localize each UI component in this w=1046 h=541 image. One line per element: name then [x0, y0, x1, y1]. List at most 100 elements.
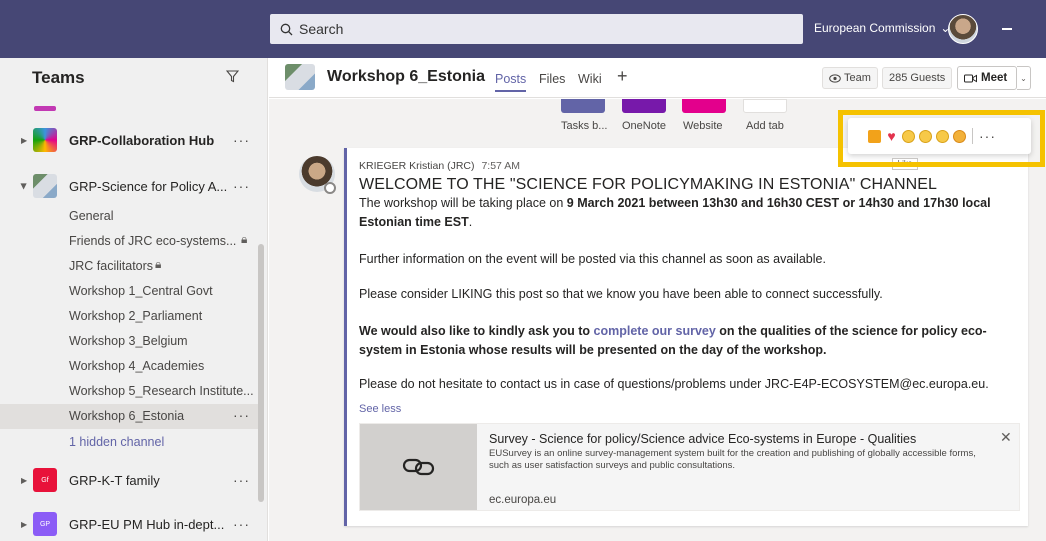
see-less-link[interactable]: See less	[359, 403, 401, 415]
tab-tile-onenote[interactable]	[622, 99, 666, 113]
team-icon	[33, 128, 57, 152]
channel-workshop-3[interactable]: Workshop 3_Belgium	[0, 329, 258, 354]
team-eu-pm-hub[interactable]: ▶ GP GRP-EU PM Hub in-dept... ···	[0, 508, 260, 540]
team-icon	[285, 64, 315, 90]
post-paragraph-4: We would also like to kindly ask you to …	[359, 322, 1019, 360]
channel-friends-of-jrc[interactable]: Friends of JRC eco-systems... 🔒︎	[0, 229, 258, 254]
channel-name: JRC facilitators	[69, 259, 154, 273]
meet-dropdown-icon[interactable]: ⌄	[1017, 66, 1031, 90]
channel-name: Friends of JRC eco-systems...	[69, 234, 237, 248]
sidebar-title: Teams	[32, 68, 85, 87]
org-name: European Commission	[814, 21, 936, 35]
team-button[interactable]: Team	[822, 67, 878, 89]
post-paragraph-3: Please consider LIKING this post so that…	[359, 287, 883, 301]
search-input[interactable]: Search	[270, 14, 803, 44]
team-name: GRP-Science for Policy A...	[69, 178, 228, 194]
channel-jrc-facilitators[interactable]: JRC facilitators 🔒︎	[0, 254, 258, 279]
caret-right-icon[interactable]: ▶	[21, 520, 27, 529]
search-icon	[280, 23, 293, 35]
meet-button-label: Meet	[981, 72, 1008, 84]
sidebar-header: Teams	[0, 58, 268, 98]
card-thumbnail	[360, 424, 477, 510]
tab-tile-label: Website	[683, 120, 723, 132]
channel-name: Workshop 4_Academies	[69, 359, 205, 373]
more-options-icon[interactable]: ···	[233, 178, 250, 194]
more-options-icon[interactable]: ···	[233, 132, 250, 148]
post-headline: WELCOME TO THE "SCIENCE FOR POLICYMAKING…	[359, 176, 938, 193]
post-paragraph-2: Further information on the event will be…	[359, 252, 826, 266]
presence-status-icon	[324, 182, 336, 194]
tab-wiki[interactable]: Wiki	[578, 72, 602, 86]
caret-down-icon[interactable]: ▶	[20, 183, 29, 189]
channel-general[interactable]: General	[0, 204, 258, 229]
teams-sidebar: Teams ▶ GRP-Collaboration Hub ··· ▶ GRP-…	[0, 58, 268, 541]
org-switcher[interactable]: European Commission ⌄	[814, 21, 950, 35]
channel-workshop-1[interactable]: Workshop 1_Central Govt	[0, 279, 258, 304]
tab-tile-add[interactable]	[743, 99, 787, 113]
team-collaboration-hub[interactable]: ▶ GRP-Collaboration Hub ···	[0, 124, 260, 156]
survey-link[interactable]: complete our survey	[594, 324, 716, 338]
team-icon	[33, 174, 57, 198]
add-tab-icon[interactable]: +	[617, 66, 628, 87]
more-options-icon[interactable]: ···	[233, 407, 250, 423]
post-author[interactable]: KRIEGER Kristian (JRC)	[359, 160, 475, 172]
card-title[interactable]: Survey - Science for policy/Science advi…	[489, 432, 916, 446]
channel-workshop-4[interactable]: Workshop 4_Academies	[0, 354, 258, 379]
link-preview-card[interactable]: Survey - Science for policy/Science advi…	[359, 423, 1020, 511]
user-avatar[interactable]	[948, 14, 978, 44]
tab-tile-website[interactable]	[682, 99, 726, 113]
meet-button[interactable]: Meet	[957, 66, 1017, 90]
lock-icon: 🔒︎	[155, 257, 162, 271]
tab-tile-label: Tasks b...	[561, 120, 608, 132]
channel-name: Workshop 3_Belgium	[69, 334, 188, 348]
minimize-icon[interactable]	[1002, 28, 1012, 30]
card-domain: ec.europa.eu	[489, 494, 557, 506]
tab-tile-tasks[interactable]	[561, 99, 605, 113]
caret-right-icon[interactable]: ▶	[21, 136, 27, 145]
filter-icon[interactable]	[226, 70, 239, 83]
channel-workshop-2[interactable]: Workshop 2_Parliament	[0, 304, 258, 329]
text-segment: The workshop will be taking place on	[359, 196, 567, 210]
guests-button[interactable]: 285 Guests	[882, 67, 953, 89]
channel-name: Workshop 1_Central Govt	[69, 284, 213, 298]
channel-name: General	[69, 209, 114, 223]
tab-tile-label: Add tab	[746, 120, 784, 132]
channel-name: Workshop 2_Parliament	[69, 309, 203, 323]
tab-tile-label: OneNote	[622, 120, 667, 132]
hidden-channels-label: 1 hidden channel	[69, 435, 165, 449]
post-paragraph-5: Please do not hesitate to contact us in …	[359, 377, 989, 391]
tab-files[interactable]: Files	[539, 72, 565, 86]
channel-name: Workshop 5_Research Institute...	[69, 384, 254, 398]
more-options-icon[interactable]: ···	[233, 516, 250, 532]
caret-right-icon[interactable]: ▶	[21, 476, 27, 485]
video-camera-icon	[964, 74, 977, 82]
sidebar-scrollbar[interactable]	[258, 244, 264, 502]
search-placeholder: Search	[299, 21, 344, 37]
team-k-t-family[interactable]: ▶ Gf GRP-K-T family ···	[0, 464, 260, 496]
card-description: EUSurvey is an online survey-management …	[489, 448, 976, 471]
more-options-icon[interactable]: ···	[233, 472, 250, 488]
link-icon	[402, 458, 434, 476]
team-name: GRP-Collaboration Hub	[69, 132, 215, 148]
channel-workshop-6[interactable]: Workshop 6_Estonia ···	[0, 404, 258, 429]
post-meta: KRIEGER Kristian (JRC) 7:57 AM	[359, 160, 520, 172]
channel-name: Workshop 6_Estonia	[69, 409, 185, 423]
team-name: GRP-EU PM Hub in-dept...	[69, 516, 225, 532]
post-time: 7:57 AM	[481, 160, 520, 172]
team-button-label: Team	[844, 72, 871, 84]
bold-text-segment: We would also like to kindly ask you to	[359, 324, 594, 338]
team-name: GRP-K-T family	[69, 472, 160, 488]
tab-posts[interactable]: Posts	[495, 72, 527, 92]
hidden-channels-link[interactable]: 1 hidden channel	[0, 430, 258, 455]
team-icon: GP	[33, 512, 57, 536]
post-paragraph-1: The workshop will be taking place on 9 M…	[359, 194, 1019, 232]
team-science-for-policy[interactable]: ▶ GRP-Science for Policy A... ···	[0, 170, 260, 202]
guests-button-label: 285 Guests	[889, 72, 946, 84]
highlight-box	[838, 110, 1045, 167]
lock-icon: 🔒︎	[241, 232, 248, 246]
team-icon-partial	[34, 106, 56, 111]
close-icon[interactable]: ✕	[1000, 429, 1012, 446]
app-top-bar: Search European Commission ⌄	[0, 0, 1046, 58]
text-segment: .	[468, 215, 473, 229]
channel-workshop-5[interactable]: Workshop 5_Research Institute...	[0, 379, 258, 404]
